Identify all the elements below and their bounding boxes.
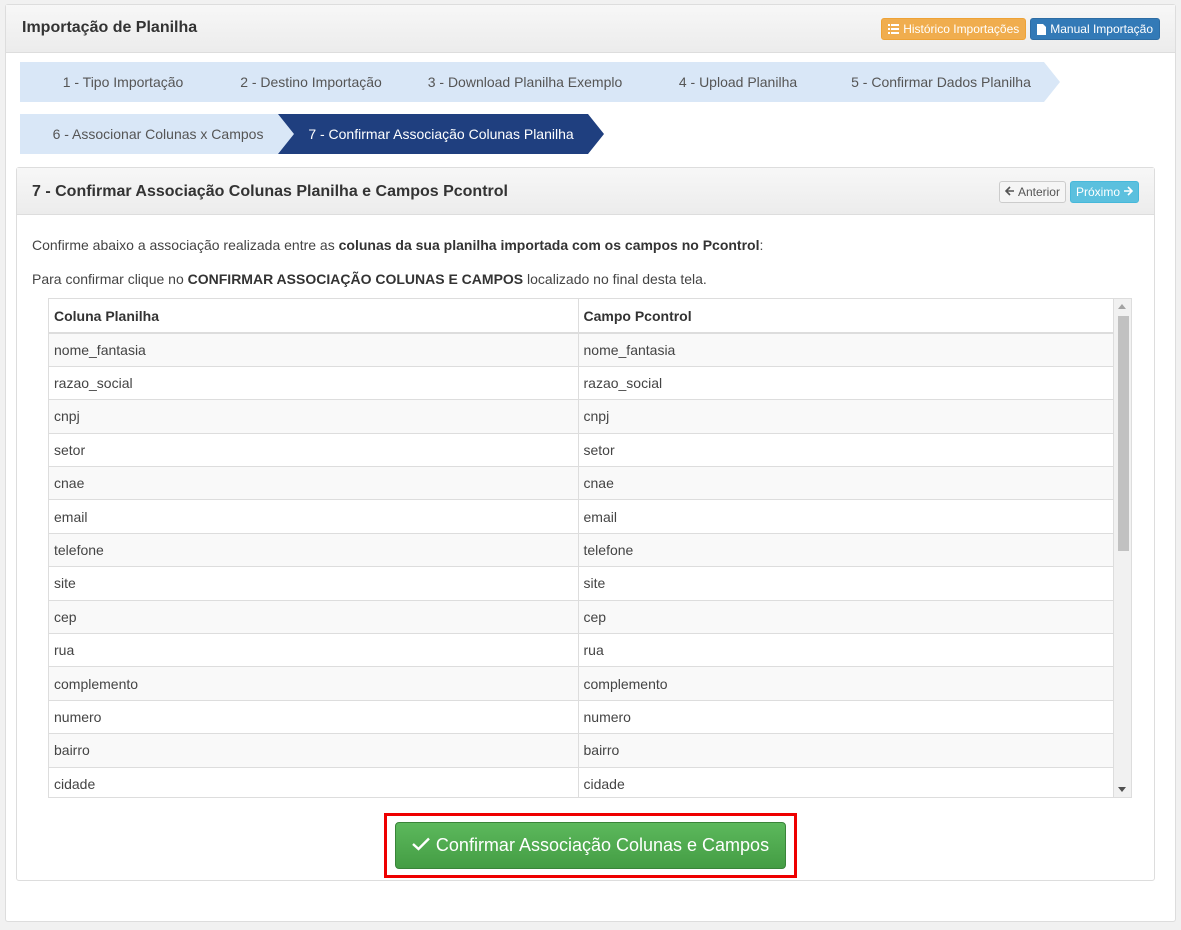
instruction-association: Confirme abaixo a associação realizada e… — [32, 237, 763, 253]
file-icon — [1037, 23, 1047, 35]
table-row: site site — [49, 566, 1114, 601]
step-3-download-planilha[interactable]: 3 - Download Planilha Exemplo — [396, 62, 654, 102]
cell-campo-pcontrol: email — [578, 499, 1114, 534]
list-icon — [888, 24, 900, 34]
scroll-up-arrow-icon[interactable] — [1118, 304, 1126, 309]
association-table-container[interactable]: Coluna Planilha Campo Pcontrol nome_fant… — [48, 298, 1132, 798]
confirm-association-button[interactable]: Confirmar Associação Colunas e Campos — [395, 822, 786, 869]
confirm-association-panel: 7 - Confirmar Associação Colunas Planilh… — [16, 167, 1155, 881]
table-row: rua rua — [49, 633, 1114, 668]
manual-import-button[interactable]: Manual Importação — [1030, 18, 1160, 40]
cell-coluna-planilha: cidade — [49, 767, 579, 797]
confirm-association-label: Confirmar Associação Colunas e Campos — [435, 835, 770, 855]
table-row: nome_fantasia nome_fantasia — [49, 333, 1114, 367]
wizard-steps: 1 - Tipo Importação 2 - Destino Importaç… — [20, 62, 1160, 162]
cell-coluna-planilha: site — [49, 566, 579, 601]
cell-campo-pcontrol: cep — [578, 600, 1114, 635]
cell-campo-pcontrol: site — [578, 566, 1114, 601]
cell-coluna-planilha: telefone — [49, 533, 579, 568]
cell-coluna-planilha: rua — [49, 633, 579, 668]
table-row: complemento complemento — [49, 666, 1114, 701]
arrow-right-icon — [1123, 185, 1134, 199]
column-header-coluna-planilha: Coluna Planilha — [49, 299, 579, 334]
check-icon — [412, 835, 430, 856]
cell-campo-pcontrol: nome_fantasia — [578, 333, 1114, 367]
manual-import-label: Manual Importação — [1050, 22, 1153, 36]
cell-coluna-planilha: setor — [49, 433, 579, 468]
panel-header: Importação de Planilha Histórico Importa… — [6, 5, 1175, 53]
arrow-left-icon — [1004, 185, 1015, 199]
cell-campo-pcontrol: razao_social — [578, 366, 1114, 401]
instruction-confirm-suffix: localizado no final desta tela. — [523, 271, 707, 287]
column-header-campo-pcontrol: Campo Pcontrol — [578, 299, 1114, 334]
instruction-association-text: Confirme abaixo a associação realizada e… — [32, 237, 339, 253]
step-4-upload-planilha[interactable]: 4 - Upload Planilha — [636, 62, 840, 102]
scroll-down-arrow-icon[interactable] — [1118, 787, 1126, 792]
instruction-confirm: Para confirmar clique no CONFIRMAR ASSOC… — [32, 271, 707, 287]
table-row: razao_social razao_social — [49, 366, 1114, 401]
cell-campo-pcontrol: telefone — [578, 533, 1114, 568]
cell-campo-pcontrol: cidade — [578, 767, 1114, 797]
history-imports-button[interactable]: Histórico Importações — [881, 18, 1027, 40]
cell-coluna-planilha: nome_fantasia — [49, 333, 579, 367]
table-row: email email — [49, 499, 1114, 534]
cell-coluna-planilha: cep — [49, 600, 579, 635]
previous-label: Anterior — [1017, 185, 1060, 199]
table-header-row: Coluna Planilha Campo Pcontrol — [49, 299, 1114, 334]
cell-coluna-planilha: numero — [49, 700, 579, 735]
cell-coluna-planilha: bairro — [49, 733, 579, 768]
table-row: bairro bairro — [49, 733, 1114, 768]
next-label: Próximo — [1075, 185, 1120, 199]
table-row: cnpj cnpj — [49, 399, 1114, 434]
instruction-confirm-text: Para confirmar clique no — [32, 271, 188, 287]
table-row: telefone telefone — [49, 533, 1114, 568]
step-6-associar-colunas[interactable]: 6 - Associonar Colunas x Campos — [20, 114, 296, 154]
scrollbar-thumb[interactable] — [1118, 316, 1129, 551]
cell-coluna-planilha: email — [49, 499, 579, 534]
cell-coluna-planilha: razao_social — [49, 366, 579, 401]
history-imports-label: Histórico Importações — [903, 22, 1020, 36]
step-7-confirmar-associacao[interactable]: 7 - Confirmar Associação Colunas Planilh… — [278, 114, 604, 154]
instruction-confirm-bold: CONFIRMAR ASSOCIAÇÃO COLUNAS E CAMPOS — [187, 271, 524, 287]
cell-campo-pcontrol: numero — [578, 700, 1114, 735]
cell-campo-pcontrol: cnae — [578, 466, 1114, 501]
confirm-panel-title: 7 - Confirmar Associação Colunas Planilh… — [32, 183, 508, 200]
page-title: Importação de Planilha — [22, 19, 198, 36]
instruction-association-suffix: : — [759, 237, 764, 253]
table-row: cidade cidade — [49, 767, 1114, 797]
cell-coluna-planilha: complemento — [49, 666, 579, 701]
table-row: numero numero — [49, 700, 1114, 735]
cell-campo-pcontrol: cnpj — [578, 399, 1114, 434]
cell-campo-pcontrol: rua — [578, 633, 1114, 668]
table-row: cnae cnae — [49, 466, 1114, 501]
cell-coluna-planilha: cnpj — [49, 399, 579, 434]
cell-campo-pcontrol: setor — [578, 433, 1114, 468]
cell-coluna-planilha: cnae — [49, 466, 579, 501]
instruction-association-bold: colunas da sua planilha importada com os… — [338, 237, 760, 253]
table-row: setor setor — [49, 433, 1114, 468]
cell-campo-pcontrol: complemento — [578, 666, 1114, 701]
table-scrollbar[interactable] — [1114, 299, 1131, 797]
next-button[interactable]: Próximo — [1069, 181, 1139, 203]
step-2-destino-importacao[interactable]: 2 - Destino Importação — [208, 62, 414, 102]
previous-button[interactable]: Anterior — [998, 181, 1066, 203]
table-row: cep cep — [49, 600, 1114, 635]
step-5-confirmar-dados[interactable]: 5 - Confirmar Dados Planilha — [822, 62, 1060, 102]
confirm-panel-header: 7 - Confirmar Associação Colunas Planilh… — [17, 168, 1154, 215]
association-table: Coluna Planilha Campo Pcontrol nome_fant… — [49, 299, 1114, 797]
cell-campo-pcontrol: bairro — [578, 733, 1114, 768]
step-1-tipo-importacao[interactable]: 1 - Tipo Importação — [20, 62, 226, 102]
